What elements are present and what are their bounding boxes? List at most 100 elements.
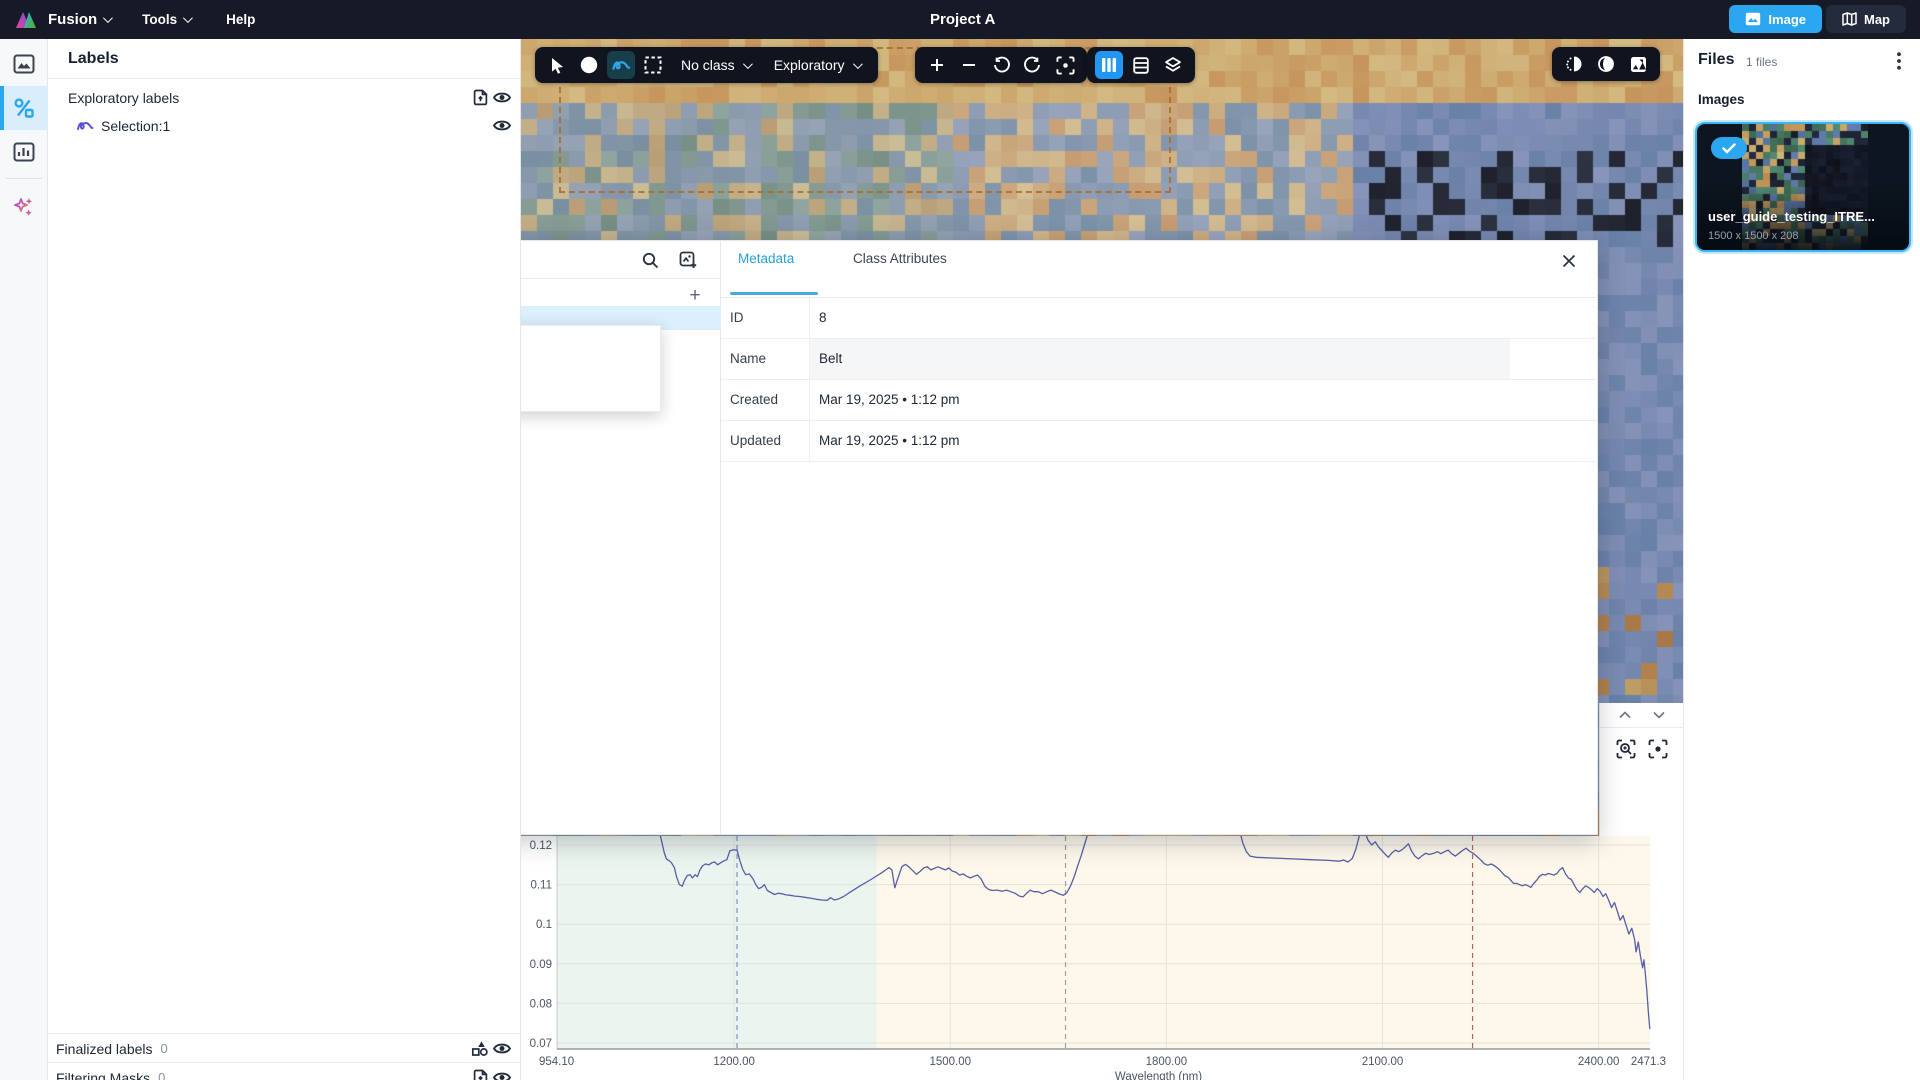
finalized-labels-label: Finalized labels	[56, 1041, 153, 1057]
y-tick-label: 0.12	[530, 840, 552, 852]
chevron-down-icon	[852, 59, 862, 69]
collapse-up-icon[interactable]	[1619, 711, 1631, 719]
metadata-value: Belt	[819, 351, 842, 366]
finalized-labels-count: 0	[161, 1041, 168, 1056]
x-axis-title: Wavelength (nm)	[1115, 1071, 1202, 1080]
selected-check-badge[interactable]	[1711, 137, 1747, 159]
visibility-eye-icon[interactable]	[491, 1067, 513, 1080]
rotate-cw-button[interactable]	[1019, 51, 1047, 79]
x-tick-label: 2100.00	[1362, 1056, 1404, 1068]
y-tick-label: 0.08	[530, 998, 552, 1010]
visibility-eye-icon[interactable]	[491, 115, 513, 137]
metadata-value: Mar 19, 2025 • 1:12 pm	[819, 433, 960, 448]
file-name: user_guide_testing_ITRE...	[1708, 209, 1902, 224]
images-rail-button[interactable]	[0, 42, 48, 86]
scribble-tool-selected[interactable]	[607, 51, 635, 79]
y-tick-label: 0.07	[530, 1038, 552, 1050]
file-dimensions: 1500 x 1500 x 208	[1708, 230, 1799, 242]
tab-metadata[interactable]: Metadata	[738, 251, 794, 266]
left-icon-rail	[0, 39, 48, 1080]
image-file-card[interactable]: user_guide_testing_ITRE... 1500 x 1500 x…	[1695, 122, 1911, 252]
metadata-key: Name	[730, 351, 766, 366]
chart-band-region	[877, 836, 1650, 1049]
export-masks-icon[interactable]	[469, 1067, 491, 1080]
x-tick-label: 1800.00	[1146, 1056, 1188, 1068]
focus-area-icon[interactable]	[1648, 739, 1668, 759]
metadata-pane: Metadata Class Attributes ID8NameBeltCre…	[721, 241, 1598, 834]
annotation-toolbar: No class Exploratory	[535, 47, 878, 83]
filtering-masks-label: Filtering Masks	[56, 1070, 150, 1080]
x-tick-label: 2400.00	[1578, 1056, 1620, 1068]
exploratory-labels-label: Exploratory labels	[68, 90, 179, 106]
circle-brush-tool[interactable]	[575, 51, 603, 79]
filtering-masks-count: 0	[158, 1070, 165, 1080]
ai-sparkles-rail-button[interactable]	[0, 185, 48, 229]
visibility-eye-icon[interactable]	[491, 1038, 513, 1060]
active-tab-underline	[730, 292, 818, 295]
visibility-eye-icon[interactable]	[491, 87, 513, 109]
project-title: Project A	[930, 0, 995, 39]
x-tick-label: 2471.3	[1631, 1056, 1666, 1068]
metadata-key: Created	[730, 392, 778, 407]
add-label-type-button[interactable]: +	[684, 285, 706, 307]
fusion-menu[interactable]: Fusion	[38, 11, 120, 28]
x-tick-label: 1200.00	[713, 1056, 755, 1068]
columns-view-button-active[interactable]	[1095, 51, 1123, 79]
invert-image-icon[interactable]	[1624, 50, 1652, 78]
fusion-app: { "accent_color": "#2ba7f0", "top_bar": …	[0, 0, 1920, 1080]
contrast-icon[interactable]	[1592, 50, 1620, 78]
rail-divider	[6, 178, 42, 179]
zoom-region-icon[interactable]	[1616, 739, 1636, 759]
fit-view-button[interactable]	[1051, 51, 1079, 79]
metadata-value: Mar 19, 2025 • 1:12 pm	[819, 392, 960, 407]
chart-side-controls	[1599, 703, 1683, 836]
y-tick-label: 0.1	[536, 919, 552, 931]
zoom-out-button[interactable]	[955, 51, 983, 79]
add-label-class-icon[interactable]	[676, 248, 700, 272]
label-mode-dropdown[interactable]: Exploratory	[764, 57, 870, 73]
analytics-rail-button[interactable]	[0, 130, 48, 174]
close-icon[interactable]	[1558, 250, 1580, 272]
search-icon[interactable]	[638, 248, 662, 272]
scribble-icon	[76, 119, 94, 132]
chevron-down-icon	[103, 13, 113, 23]
help-menu[interactable]: Help	[216, 12, 265, 27]
rows-view-button[interactable]	[1127, 51, 1155, 79]
class-dropdown[interactable]: No class	[671, 57, 760, 73]
rotate-ccw-button[interactable]	[987, 51, 1015, 79]
export-labels-icon[interactable]	[469, 87, 491, 109]
metadata-key: ID	[730, 310, 744, 325]
labels-panel-title: Labels	[68, 50, 119, 68]
cursor-tool[interactable]	[543, 51, 571, 79]
view-toggle: Image Map	[1729, 5, 1906, 33]
labeling-rail-button[interactable]	[0, 86, 48, 130]
layout-toolbar	[1087, 47, 1195, 83]
metadata-key: Updated	[730, 433, 781, 448]
zoom-in-button[interactable]	[923, 51, 951, 79]
marquee-select-tool[interactable]	[639, 51, 667, 79]
image-view-button[interactable]: Image	[1729, 5, 1822, 33]
chevron-down-icon	[743, 59, 753, 69]
selection-1-row[interactable]: Selection:1	[48, 112, 521, 139]
x-tick-label: 954.10	[539, 1056, 574, 1068]
metadata-row-created: Created Mar 19, 2025 • 1:12 pm	[721, 380, 1598, 421]
tab-class-attributes[interactable]: Class Attributes	[853, 251, 947, 266]
shapes-icon[interactable]	[469, 1038, 491, 1060]
files-count: 1 files	[1746, 55, 1777, 69]
y-tick-label: 0.09	[530, 959, 552, 971]
x-tick-label: 1500.00	[929, 1056, 971, 1068]
map-view-button[interactable]: Map	[1826, 5, 1906, 33]
top-menu-bar: Fusion Tools Help Project A Image Map	[0, 0, 1920, 39]
dither-brightness-icon[interactable]	[1560, 50, 1588, 78]
selection-1-label: Selection:1	[101, 118, 170, 134]
filtering-masks-row[interactable]: Filtering Masks 0	[48, 1064, 521, 1080]
spectral-plot[interactable]: 0.07 0.08 0.09 0.1 0.11 0.12 954.10 1200.00 1500…	[521, 836, 1683, 1080]
tools-menu[interactable]: Tools	[132, 12, 200, 27]
finalized-labels-row[interactable]: Finalized labels 0	[48, 1035, 521, 1062]
collapse-down-icon[interactable]	[1653, 711, 1665, 719]
layers-button[interactable]	[1159, 51, 1187, 79]
kebab-menu-icon[interactable]	[1888, 49, 1910, 73]
chart-band-region	[557, 836, 877, 1049]
exploratory-labels-row[interactable]: Exploratory labels	[48, 84, 521, 111]
y-tick-label: 0.11	[530, 880, 552, 892]
